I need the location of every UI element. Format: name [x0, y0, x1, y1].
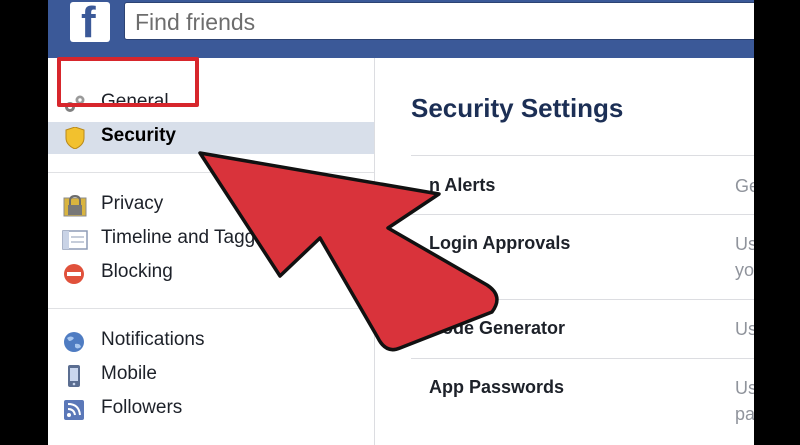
app-frame: f Find friends General Security Privacy … [48, 0, 754, 445]
red-arrow-annotation [198, 151, 499, 352]
